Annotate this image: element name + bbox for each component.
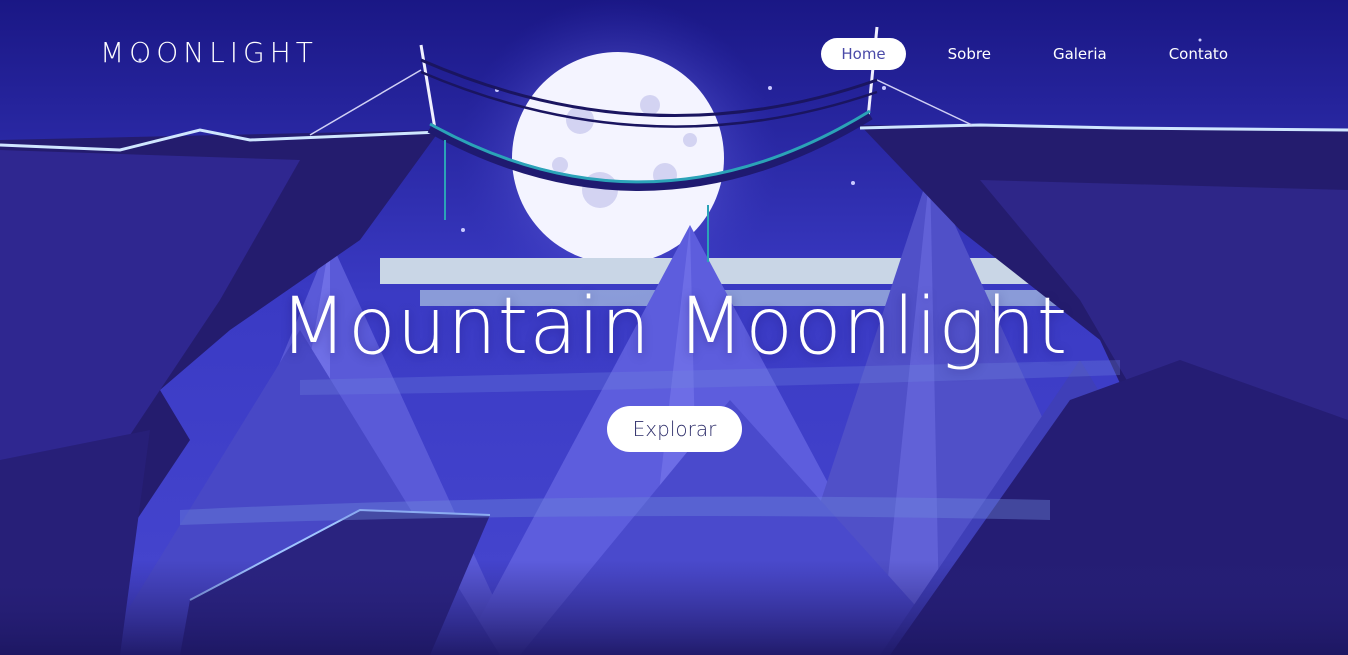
nav-item-sobre[interactable]: Sobre	[928, 38, 1011, 70]
explore-button[interactable]: Explorar	[607, 406, 742, 452]
site-header: MOONLIGHT Home Sobre Galeria Contato	[0, 0, 1348, 110]
page: MOONLIGHT Home Sobre Galeria Contato Mou…	[0, 0, 1348, 655]
hero-title: Mountain Moonlight	[279, 282, 1069, 372]
nav-item-contato[interactable]: Contato	[1149, 38, 1248, 70]
main-nav: Home Sobre Galeria Contato	[821, 38, 1248, 70]
nav-item-galeria[interactable]: Galeria	[1033, 38, 1127, 70]
nav-item-home[interactable]: Home	[821, 38, 906, 70]
bottom-fade	[0, 560, 1348, 655]
site-logo[interactable]: MOONLIGHT	[100, 36, 318, 69]
